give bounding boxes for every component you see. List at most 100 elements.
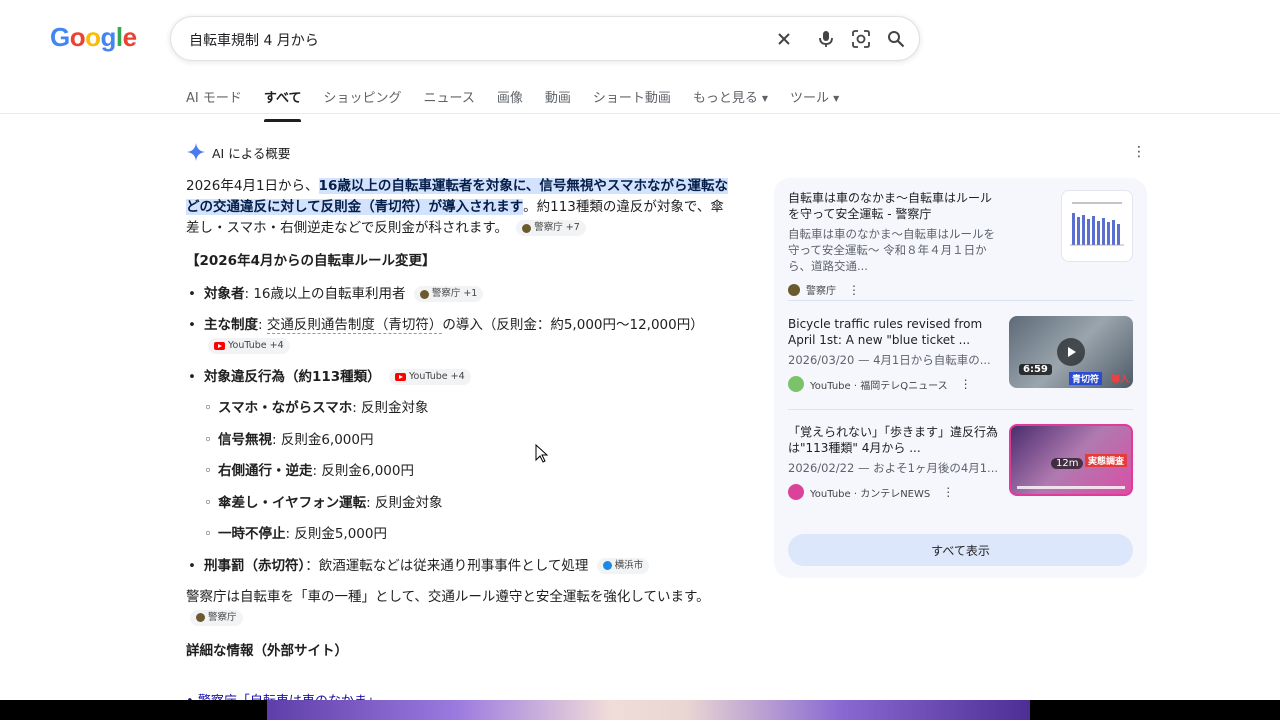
source-card[interactable]: Bicycle traffic rules revised from April… bbox=[788, 316, 1133, 392]
thumbnail-caption: 導入 bbox=[1111, 375, 1130, 385]
tab-news[interactable]: ニュース bbox=[423, 87, 474, 113]
item-label: 刑事罰（赤切符） bbox=[204, 557, 306, 574]
card-snippet: 自転車は車のなかま〜自転車はルールを守って安全運転〜 令和８年４月１日から、道路… bbox=[788, 227, 995, 273]
google-logo[interactable]: Google bbox=[50, 22, 137, 53]
source-chip[interactable]: 警察庁 +1 bbox=[413, 286, 484, 302]
item-text: ：飲酒運転などは従来通り刑事事件として処理 bbox=[305, 557, 589, 574]
police-badge-icon bbox=[788, 283, 800, 296]
violation-sublist: スマホ・ながらスマホ: 反則金対象 信号無視: 反則金6,000円 右側通行・逆… bbox=[204, 398, 731, 545]
source-chip[interactable]: YouTube +4 bbox=[208, 338, 290, 354]
lens-icon[interactable] bbox=[850, 28, 872, 50]
item-text: : bbox=[258, 317, 267, 333]
tab-more[interactable]: もっと見る ▼ bbox=[693, 87, 768, 113]
ai-overview-header: AI による概要 bbox=[186, 142, 290, 162]
tab-all[interactable]: すべて bbox=[263, 87, 301, 122]
source-card[interactable]: 自転車は車のなかま〜自転車はルールを守って安全運転 - 警察庁 自転車は車のなか… bbox=[788, 190, 1133, 297]
card-source-label: 警察庁 bbox=[806, 286, 836, 297]
video-thumbnail[interactable]: 6:59 青切符 導入 bbox=[1009, 316, 1133, 388]
sub-list-item: 一時不停止: 反則金5,000円 bbox=[204, 524, 731, 545]
item-text: : 16歳以上の自転車利用者 bbox=[244, 286, 406, 302]
sub-item-label: 傘差し・イヤフォン運転 bbox=[218, 494, 367, 511]
item-label: 対象違反行為（約113種類） bbox=[204, 369, 381, 385]
tab-more-label: もっと見る bbox=[692, 91, 758, 106]
source-chip[interactable]: 警察庁 bbox=[190, 609, 243, 626]
sub-item-text: : 反則金対象 bbox=[366, 494, 443, 511]
search-tabs: AI モード すべて ショッピング ニュース 画像 動画 ショート動画 もっと見… bbox=[186, 87, 861, 122]
source-chip[interactable]: YouTube +4 bbox=[388, 369, 471, 385]
caret-down-icon: ▼ bbox=[761, 94, 769, 103]
show-all-button[interactable]: すべて表示 bbox=[788, 534, 1133, 566]
more-options-icon[interactable]: ⋮ bbox=[1132, 144, 1146, 160]
tab-shopping[interactable]: ショッピング bbox=[323, 87, 401, 113]
chart-thumbnail-icon bbox=[1070, 202, 1124, 246]
card-snippet: 2026/02/22 — およそ1ヶ月後の4月1... bbox=[788, 461, 999, 475]
search-icon[interactable] bbox=[885, 28, 907, 50]
police-badge-icon bbox=[419, 289, 429, 299]
card-title[interactable]: Bicycle traffic rules revised from April… bbox=[788, 316, 1003, 348]
card-divider bbox=[788, 409, 1133, 410]
source-chip-label: YouTube +4 bbox=[408, 371, 465, 382]
source-chip[interactable]: 横浜市 bbox=[596, 557, 650, 574]
source-card[interactable]: 「覚えられない」「歩きます」違反行為は"113種類" 4月から ... 2026… bbox=[788, 424, 1133, 500]
sources-panel: 自転車は車のなかま〜自転車はルールを守って安全運転 - 警察庁 自転車は車のなか… bbox=[774, 178, 1147, 578]
gemini-sparkle-icon bbox=[187, 143, 205, 161]
item-text: の導入（反則金：約5,000円〜12,000円） bbox=[442, 317, 704, 333]
sub-item-label: 右側通行・逆走 bbox=[218, 463, 313, 479]
tab-images[interactable]: 画像 bbox=[497, 87, 523, 113]
mouse-cursor-icon bbox=[535, 444, 549, 463]
tab-tools[interactable]: ツール ▼ bbox=[790, 87, 839, 113]
more-options-icon[interactable]: ⋮ bbox=[942, 485, 954, 499]
card-source: 警察庁 ⋮ bbox=[788, 282, 1133, 297]
source-chip-label: 警察庁 +1 bbox=[431, 288, 478, 299]
more-options-icon[interactable]: ⋮ bbox=[960, 377, 972, 391]
yokohama-icon bbox=[602, 561, 612, 570]
sub-item-text: : 反則金6,000円 bbox=[312, 463, 415, 479]
list-item: 対象者: 16歳以上の自転車利用者 警察庁 +1 bbox=[186, 284, 731, 305]
header-divider bbox=[0, 113, 1280, 114]
card-source-label: YouTube · 福岡テレQニュース bbox=[810, 380, 948, 392]
list-item: 主な制度: 交通反則通告制度（青切符）の導入（反則金：約5,000円〜12,00… bbox=[186, 315, 731, 357]
card-title[interactable]: 自転車は車のなかま〜自転車はルールを守って安全運転 - 警察庁 bbox=[788, 190, 1003, 222]
tab-short-videos[interactable]: ショート動画 bbox=[593, 87, 671, 113]
video-duration: 6:59 bbox=[1019, 364, 1052, 375]
source-chip-label: YouTube +4 bbox=[228, 340, 284, 351]
source-chip-label: 警察庁 +7 bbox=[534, 222, 580, 233]
ai-overview-content: 2026年4月1日から、16歳以上の自転車運転者を対象に、信号無視やスマホながら… bbox=[186, 176, 731, 662]
search-box[interactable]: 自転車規制 4 月から bbox=[170, 16, 920, 61]
source-chip[interactable]: 警察庁 +7 bbox=[516, 220, 586, 236]
clear-icon[interactable] bbox=[773, 28, 795, 50]
item-label: 主な制度 bbox=[204, 317, 258, 333]
item-link[interactable]: 交通反則通告制度（青切符） bbox=[266, 317, 443, 334]
tab-videos[interactable]: 動画 bbox=[545, 87, 571, 113]
more-options-icon[interactable]: ⋮ bbox=[848, 283, 860, 297]
bottom-overlay-image bbox=[267, 700, 1030, 720]
caret-down-icon: ▼ bbox=[833, 94, 840, 103]
search-input[interactable]: 自転車規制 4 月から bbox=[189, 30, 319, 50]
sub-list-item: 傘差し・イヤフォン運転: 反則金対象 bbox=[204, 493, 731, 514]
police-badge-icon bbox=[196, 613, 205, 622]
ai-overview-title: AI による概要 bbox=[212, 145, 291, 161]
card-thumbnail[interactable] bbox=[1061, 190, 1133, 262]
source-chip-label: 横浜市 bbox=[614, 559, 644, 571]
video-thumbnail[interactable]: 12m 実態調査 bbox=[1009, 424, 1133, 496]
tab-tools-label: ツール bbox=[790, 91, 830, 106]
microphone-icon[interactable] bbox=[815, 28, 837, 50]
card-title[interactable]: 「覚えられない」「歩きます」違反行為は"113種類" 4月から ... bbox=[788, 424, 1003, 456]
list-item: 対象違反行為（約113種類） YouTube +4 スマホ・ながらスマホ: 反則… bbox=[186, 367, 731, 545]
intro-text: 2026年4月1日から、 bbox=[186, 178, 319, 194]
sub-item-label: 信号無視 bbox=[218, 431, 272, 448]
police-badge-icon bbox=[522, 223, 532, 233]
play-icon[interactable] bbox=[1057, 338, 1085, 366]
sub-item-text: : 反則金5,000円 bbox=[285, 526, 388, 542]
youtube-icon bbox=[394, 373, 406, 381]
channel-avatar bbox=[788, 484, 804, 500]
tab-ai-mode[interactable]: AI モード bbox=[186, 87, 242, 113]
closing-paragraph: 警察庁は自転車を「車の一種」として、交通ルール遵守と安全運転を強化しています。 … bbox=[186, 587, 731, 629]
video-duration: 12m bbox=[1051, 458, 1084, 469]
sub-item-text: : 反則金対象 bbox=[352, 400, 429, 416]
list-item: 刑事罰（赤切符）：飲酒運転などは従来通り刑事事件として処理 横浜市 bbox=[186, 556, 731, 577]
source-chip-label: 警察庁 bbox=[208, 611, 237, 623]
sub-item-label: スマホ・ながらスマホ bbox=[218, 400, 353, 416]
progress-bar bbox=[1017, 486, 1125, 489]
sub-item-label: 一時不停止 bbox=[218, 526, 286, 542]
